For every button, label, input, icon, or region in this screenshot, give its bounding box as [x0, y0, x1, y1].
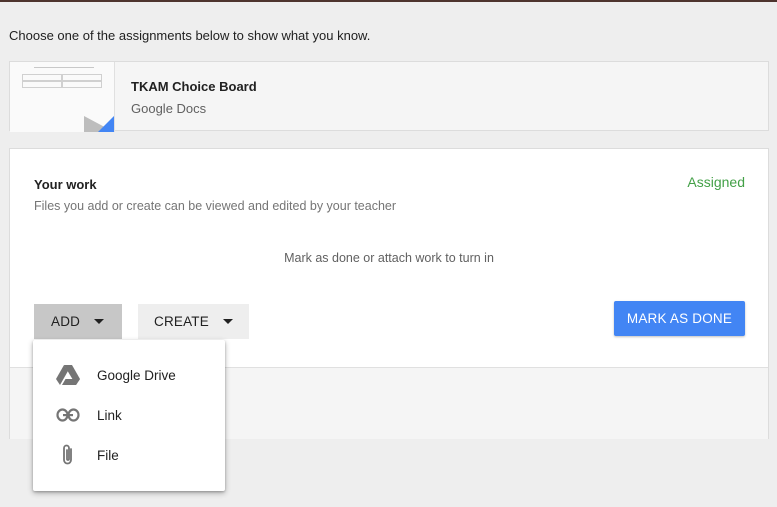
chevron-down-icon — [94, 319, 105, 324]
create-button[interactable]: CREATE — [138, 304, 249, 339]
mark-as-done-label: MARK AS DONE — [626, 311, 733, 326]
status-badge: Assigned — [687, 174, 745, 190]
attachment-title: TKAM Choice Board — [131, 79, 257, 94]
your-work-description: Files you add or create can be viewed an… — [34, 199, 397, 213]
menu-item-file[interactable]: File — [33, 435, 225, 475]
assignment-instructions: Choose one of the assignments below to s… — [9, 28, 371, 43]
mark-as-done-button[interactable]: MARK AS DONE — [614, 301, 745, 336]
attachment-source: Google Docs — [131, 101, 207, 116]
attachment-card[interactable]: TKAM Choice Board Google Docs — [9, 61, 769, 132]
paperclip-icon — [55, 442, 81, 468]
your-work-title: Your work — [34, 177, 97, 192]
add-button[interactable]: ADD — [34, 304, 122, 339]
menu-item-label: Google Drive — [97, 367, 176, 383]
menu-item-label: File — [97, 447, 119, 463]
menu-item-label: Link — [97, 407, 122, 423]
menu-item-google-drive[interactable]: Google Drive — [33, 355, 225, 395]
chevron-down-icon — [222, 319, 233, 324]
add-button-label: ADD — [51, 314, 81, 329]
top-border — [0, 0, 777, 2]
link-icon — [55, 402, 81, 428]
turn-in-hint: Mark as done or attach work to turn in — [284, 251, 494, 265]
create-button-label: CREATE — [154, 314, 209, 329]
menu-item-link[interactable]: Link — [33, 395, 225, 435]
google-docs-icon — [98, 116, 114, 132]
add-menu: Google Drive Link File — [33, 340, 225, 491]
google-drive-icon — [55, 362, 81, 388]
document-thumbnail — [10, 62, 115, 132]
